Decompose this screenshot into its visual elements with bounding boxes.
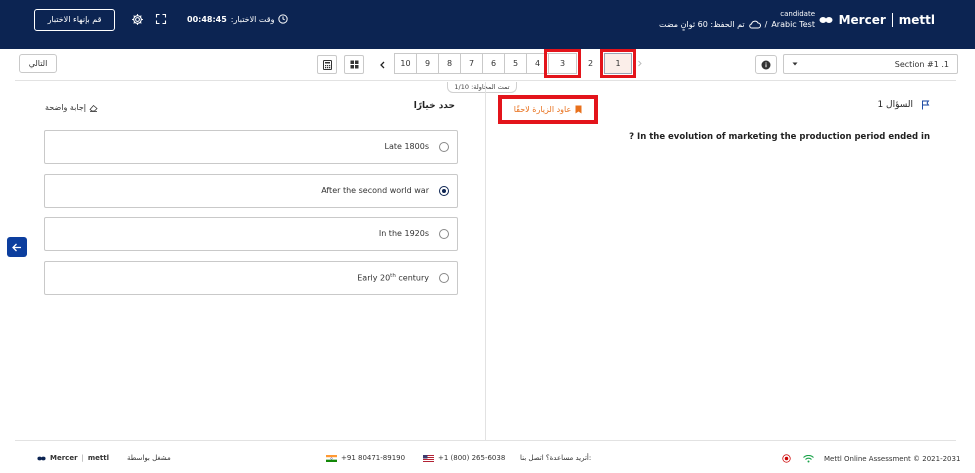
option-text: After the second world war <box>321 186 429 195</box>
india-support-phone[interactable]: +91 80471-89190 <box>326 454 405 462</box>
option-text: In the 1920s <box>378 229 429 238</box>
breadcrumb-separator: / <box>764 20 768 29</box>
eraser-icon <box>89 104 98 112</box>
review-later-label: عاود الزيارة لاحقًا <box>513 105 572 114</box>
question-text: ? In the evolution of marketing the prod… <box>629 132 930 142</box>
top-header: قم بإنهاء الاختبار وقت الاختبار: 00:48:4… <box>0 0 975 49</box>
section-label: Section #1 .1 <box>894 59 949 69</box>
option-text: Late 1800s <box>384 142 430 151</box>
india-flag-icon <box>326 454 337 462</box>
candidate-label: candidate <box>780 10 815 18</box>
question-number: السؤال 1 <box>877 100 930 110</box>
wifi-icon <box>803 454 814 462</box>
us-phone-number: +1 (800) 265-6038 <box>438 454 506 462</box>
section-select[interactable]: Section #1 .1 <box>783 54 958 74</box>
question-toolbar: التالي 10 9 8 7 6 5 4 3 2 1 Section #1 .… <box>15 49 958 81</box>
india-phone-number: +91 80471-89190 <box>341 454 406 462</box>
page-button-1[interactable]: 1 <box>600 49 636 78</box>
calculator-icon[interactable] <box>317 55 337 74</box>
page-button-3[interactable]: 3 <box>544 49 581 78</box>
cloud-icon <box>748 20 761 29</box>
question-pane: عاود الزيارة لاحقًا السؤال 1 ? In the ev… <box>486 82 956 440</box>
fullscreen-icon[interactable] <box>153 11 169 27</box>
footer-mercer-text: Mercer <box>50 454 78 462</box>
help-label: أتريد مساعدة؟ اتصل بنا: <box>520 454 592 462</box>
end-test-button[interactable]: قم بإنهاء الاختبار <box>34 9 115 31</box>
option-text: Early 20th century <box>357 273 429 283</box>
mercer-mettl-logo: Mercer mettl <box>819 13 935 27</box>
flag-icon[interactable] <box>921 100 930 110</box>
answer-option-4[interactable]: Early 20th century <box>44 261 458 295</box>
status-indicators: Mettl Online Assessment © 2021-2031 <box>782 454 960 463</box>
mercer-logo-icon <box>37 456 46 460</box>
footer: Mercer | mettl مشغل بواسطة +91 80471-891… <box>15 440 960 473</box>
question-number-label: السؤال 1 <box>877 100 913 110</box>
next-button[interactable]: التالي <box>19 54 57 73</box>
logo-divider <box>891 13 893 27</box>
option-text-main: Early 20 <box>357 273 391 283</box>
page-button-4[interactable]: 4 <box>526 53 549 74</box>
gear-icon[interactable] <box>129 11 145 27</box>
record-icon <box>782 454 791 463</box>
footer-mettl-text: mettl <box>87 454 110 462</box>
grid-view-icon[interactable] <box>344 55 364 74</box>
save-status: تم الحفظ: 60 ثوانٍ مضت <box>659 20 745 29</box>
option-text-tail: century <box>395 273 429 283</box>
page-button-10[interactable]: 10 <box>394 53 417 74</box>
test-timer: وقت الاختبار: 00:48:45 <box>187 14 289 24</box>
candidate-info: candidate Arabic Test / تم الحفظ: 60 ثوا… <box>659 10 815 29</box>
page-button-2[interactable]: 2 <box>579 53 602 74</box>
page-button-9[interactable]: 9 <box>416 53 439 74</box>
arrow-left-icon <box>12 243 21 251</box>
radio-button-selected[interactable] <box>439 186 449 196</box>
footer-powered-by: Mercer | mettl مشغل بواسطة <box>37 454 171 462</box>
clear-answer-button[interactable]: إجابة واضحة <box>45 103 98 112</box>
test-name: Arabic Test <box>771 20 815 29</box>
question-area: إجابة واضحة حدد خيارًا Late 1800s After … <box>15 82 956 440</box>
us-support-phone[interactable]: +1 (800) 265-6038 <box>423 454 505 462</box>
footer-logo-divider: | <box>81 454 84 462</box>
radio-button[interactable] <box>439 142 449 152</box>
answer-option-1[interactable]: Late 1800s <box>44 130 458 164</box>
answer-pane: إجابة واضحة حدد خيارًا Late 1800s After … <box>15 82 486 440</box>
mercer-logo-icon <box>819 17 833 23</box>
bookmark-icon <box>575 105 582 114</box>
caret-down-icon <box>792 62 798 66</box>
clock-icon <box>278 14 289 24</box>
answer-option-3[interactable]: In the 1920s <box>44 217 458 251</box>
timer-value: 00:48:45 <box>187 14 227 24</box>
question-pager: 10 9 8 7 6 5 4 3 2 1 <box>394 49 647 78</box>
choose-option-label: حدد خيارًا <box>413 101 455 111</box>
page-button-6[interactable]: 6 <box>482 53 505 74</box>
copyright-text: Mettl Online Assessment © 2021-2031 <box>824 454 961 463</box>
chevron-right-icon[interactable] <box>631 53 647 74</box>
chevron-left-icon[interactable] <box>373 55 392 74</box>
answer-option-2[interactable]: After the second world war <box>44 174 458 208</box>
timer-label: وقت الاختبار: <box>230 14 275 24</box>
radio-button[interactable] <box>439 229 449 239</box>
review-later-button[interactable]: عاود الزيارة لاحقًا <box>498 95 598 124</box>
us-flag-icon <box>423 454 434 462</box>
clear-answer-label: إجابة واضحة <box>45 103 86 112</box>
radio-button[interactable] <box>439 273 449 283</box>
page-button-7[interactable]: 7 <box>460 53 483 74</box>
page-button-8[interactable]: 8 <box>438 53 461 74</box>
logo-mettl-text: mettl <box>898 13 935 27</box>
logo-mercer-text: Mercer <box>838 13 886 27</box>
collapse-panel-button[interactable] <box>7 237 27 257</box>
info-icon[interactable] <box>755 55 777 74</box>
powered-by-label: مشغل بواسطة <box>127 454 171 462</box>
page-button-5[interactable]: 5 <box>504 53 527 74</box>
